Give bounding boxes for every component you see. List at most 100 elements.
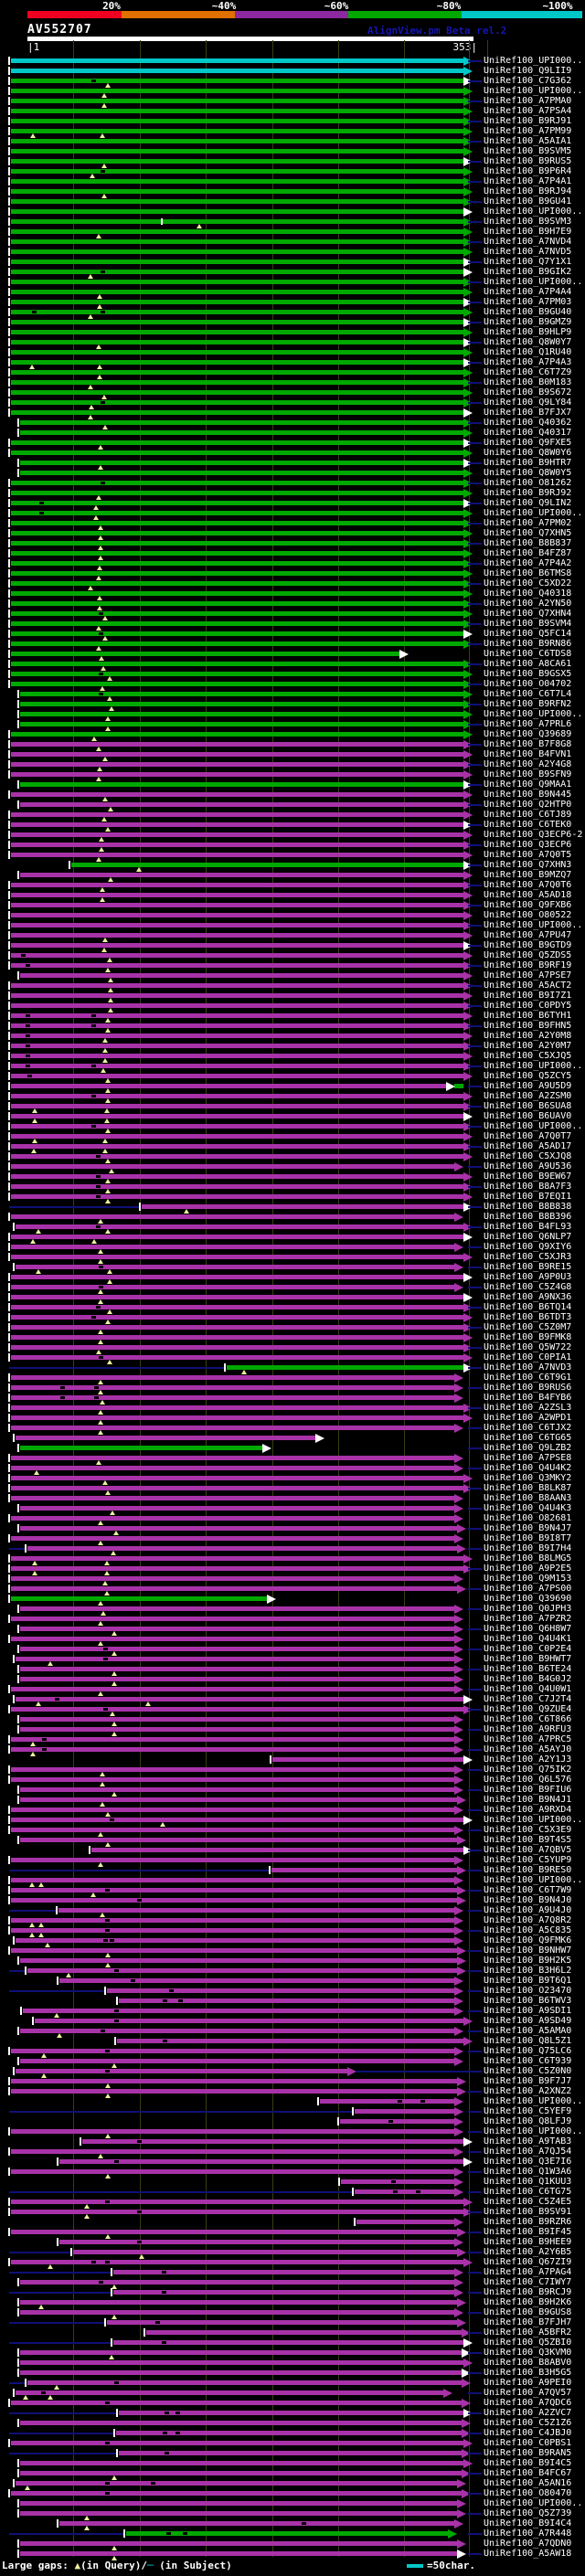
alignment-bar[interactable] (341, 2179, 454, 2184)
alignment-bar[interactable] (11, 169, 463, 174)
alignment-bar[interactable] (11, 521, 463, 525)
subject-label[interactable]: UniRef100_B6TYH1 (484, 1011, 571, 1021)
subject-label[interactable]: UniRef100_B9FIU6 (484, 1785, 571, 1795)
alignment-bar[interactable] (11, 983, 463, 988)
subject-label[interactable]: UniRef100_UPI000.. (484, 277, 582, 287)
subject-label[interactable]: UniRef100_A7PSE7 (484, 970, 571, 981)
subject-label[interactable]: UniRef100_C0PBS1 (484, 2438, 571, 2448)
alignment-bar[interactable] (11, 350, 463, 355)
alignment-bar[interactable] (11, 58, 463, 63)
subject-label[interactable]: UniRef100_B9RCJ9 (484, 2287, 571, 2297)
subject-label[interactable]: UniRef100_B4FL93 (484, 1222, 571, 1232)
alignment-bar[interactable] (20, 782, 463, 787)
subject-label[interactable]: UniRef100_A7PZR2 (484, 1614, 571, 1624)
alignment-bar[interactable] (117, 2039, 463, 2043)
subject-label[interactable]: UniRef100_B9RN86 (484, 639, 571, 649)
alignment-bar[interactable] (11, 1214, 454, 1219)
alignment-bar[interactable] (11, 1928, 454, 1933)
subject-label[interactable]: UniRef100_C5Z4G8 (484, 1282, 571, 1292)
subject-label[interactable]: UniRef100_Q5W722 (484, 1342, 571, 1352)
alignment-bar[interactable] (11, 1747, 454, 1752)
subject-label[interactable]: UniRef100_A5BFR2 (484, 2327, 571, 2337)
alignment-bar[interactable] (20, 722, 463, 726)
alignment-bar[interactable] (11, 561, 463, 566)
subject-label[interactable]: UniRef100_Q7XHN5 (484, 528, 571, 538)
subject-label[interactable]: UniRef100_B9RJ94 (484, 186, 571, 196)
subject-label[interactable]: UniRef100_UPI000.. (484, 1061, 582, 1071)
subject-label[interactable]: UniRef100_C6TEK0 (484, 820, 571, 830)
alignment-bar[interactable] (11, 652, 399, 656)
subject-label[interactable]: UniRef100_B9H2K5 (484, 1956, 571, 1966)
subject-label[interactable]: UniRef100_C6T7L4 (484, 689, 571, 699)
subject-label[interactable]: UniRef100_A7Q0T5 (484, 850, 571, 860)
alignment-bar[interactable] (20, 1647, 454, 1651)
subject-label[interactable]: UniRef100_B6TE24 (484, 1664, 571, 1674)
subject-label[interactable]: UniRef100_UPI000.. (484, 709, 582, 719)
alignment-bar[interactable] (11, 179, 463, 184)
alignment-bar[interactable] (11, 601, 463, 606)
subject-label[interactable]: UniRef100_C6T7Z9 (484, 367, 571, 377)
alignment-bar[interactable] (16, 1436, 315, 1440)
subject-label[interactable]: UniRef100_B9RE15 (484, 1262, 571, 1272)
alignment-bar[interactable] (146, 2330, 462, 2335)
alignment-bar[interactable] (119, 1998, 454, 2003)
subject-label[interactable]: UniRef100_B9SFN9 (484, 769, 571, 779)
subject-label[interactable]: UniRef100_B7FJH7 (484, 2317, 571, 2327)
alignment-bar[interactable] (11, 199, 463, 204)
alignment-bar[interactable] (11, 1084, 446, 1088)
alignment-bar[interactable] (11, 2230, 457, 2234)
subject-label[interactable]: UniRef100_B9HLP9 (484, 327, 571, 337)
subject-label[interactable]: UniRef100_UPI000.. (484, 2096, 582, 2106)
alignment-bar[interactable] (11, 1013, 463, 1018)
subject-label[interactable]: UniRef100_C6T939 (484, 2056, 571, 2066)
alignment-bar[interactable] (11, 1104, 463, 1108)
subject-label[interactable]: UniRef100_A9NX36 (484, 1292, 571, 1302)
alignment-bar[interactable] (20, 1727, 454, 1732)
alignment-bar[interactable] (11, 1034, 463, 1038)
alignment-bar[interactable] (11, 129, 463, 133)
alignment-bar[interactable] (11, 1476, 463, 1480)
alignment-bar[interactable] (11, 732, 463, 737)
alignment-bar[interactable] (20, 1667, 454, 1671)
alignment-bar[interactable] (11, 631, 463, 636)
subject-label[interactable]: UniRef100_B9GUS8 (484, 2307, 571, 2317)
subject-label[interactable]: UniRef100_B9MZQ7 (484, 870, 571, 880)
subject-label[interactable]: UniRef100_C6TG75 (484, 2187, 571, 2197)
alignment-bar[interactable] (11, 1345, 463, 1350)
alignment-bar[interactable] (11, 1536, 454, 1541)
alignment-bar[interactable] (11, 370, 463, 375)
alignment-bar[interactable] (271, 1868, 457, 1872)
subject-label[interactable]: UniRef100_Q9LY84 (484, 398, 571, 408)
alignment-bar[interactable] (11, 330, 463, 334)
subject-label[interactable]: UniRef100_A2YN50 (484, 599, 571, 609)
alignment-bar[interactable] (11, 551, 463, 556)
subject-label[interactable]: UniRef100_A2XNZ2 (484, 2086, 571, 2096)
subject-label[interactable]: UniRef100_A7PM99 (484, 126, 571, 136)
alignment-bar[interactable] (11, 209, 463, 214)
subject-label[interactable]: UniRef100_Q8W0Y6 (484, 448, 571, 458)
subject-label[interactable]: UniRef100_B3H6L2 (484, 1966, 571, 1976)
subject-label[interactable]: UniRef100_B6SUA8 (484, 1101, 571, 1111)
alignment-bar[interactable] (11, 1074, 463, 1078)
subject-label[interactable]: UniRef100_A7QJ54 (484, 2147, 571, 2157)
alignment-bar[interactable] (227, 1365, 463, 1370)
alignment-bar[interactable] (20, 2360, 463, 2365)
alignment-bar[interactable] (20, 2541, 457, 2546)
subject-label[interactable]: UniRef100_A7NVD5 (484, 247, 571, 257)
alignment-bar[interactable] (20, 1787, 454, 1792)
subject-label[interactable]: UniRef100_O23470 (484, 1986, 571, 1996)
alignment-bar[interactable] (11, 742, 463, 747)
alignment-bar[interactable] (11, 943, 463, 948)
subject-label[interactable]: UniRef100_A7QBV5 (484, 1845, 571, 1855)
alignment-bar[interactable] (11, 1405, 463, 1410)
subject-label[interactable]: UniRef100_B9P6R4 (484, 166, 571, 176)
subject-label[interactable]: UniRef100_Q1W3A6 (484, 2167, 571, 2177)
alignment-bar[interactable] (11, 762, 463, 767)
subject-label[interactable]: UniRef100_Q0JPH3 (484, 1604, 571, 1614)
subject-label[interactable]: UniRef100_Q75LC6 (484, 2046, 571, 2056)
alignment-bar[interactable] (340, 2119, 454, 2124)
alignment-bar[interactable] (59, 2521, 454, 2526)
alignment-bar[interactable] (16, 1657, 454, 1661)
alignment-bar[interactable] (20, 1606, 454, 1611)
alignment-bar[interactable] (11, 812, 463, 817)
